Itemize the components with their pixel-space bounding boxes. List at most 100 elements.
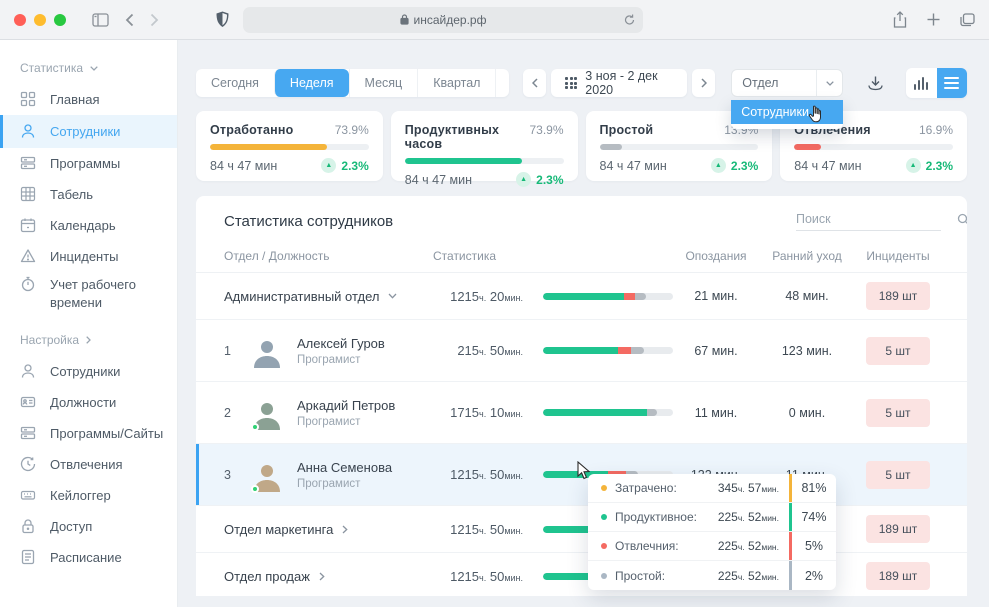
date-range-button[interactable]: 3 ноя - 2 дек 2020 xyxy=(551,69,687,97)
sidebar-item-settings-employees[interactable]: Сотрудники xyxy=(0,356,177,387)
sidebar-item-access[interactable]: Доступ xyxy=(0,511,177,542)
hand-cursor xyxy=(808,105,824,123)
sidebar-item-label: Доступ xyxy=(50,519,92,534)
prev-period-button[interactable] xyxy=(523,69,546,97)
online-dot xyxy=(251,485,259,493)
sidebar-item-label: Кейлоггер xyxy=(50,488,111,503)
table-row-employee[interactable]: 1 Алексей Гуров Програмист 215ч. 50мин. … xyxy=(196,320,967,382)
card-percent: 73.9% xyxy=(529,123,563,137)
activity-tooltip: Затрачено: 345ч. 57мин. 81% Продуктивное… xyxy=(588,474,836,590)
employees-table: Статистика сотрудников Отдел / Должность… xyxy=(196,196,967,596)
tooltip-row-idle: Простой: 225ч. 52мин. 2% xyxy=(588,561,836,590)
lock-icon xyxy=(20,518,37,535)
tab-year[interactable]: Год xyxy=(495,69,508,97)
department-name: Административный отдел xyxy=(224,289,379,304)
tooltip-row-productive: Продуктивное: 225ч. 52мин. 74% xyxy=(588,503,836,532)
sidebar-item-calendar[interactable]: Календарь xyxy=(0,210,177,241)
calendar-grid-icon xyxy=(565,77,577,89)
tooltip-percent: 74% xyxy=(789,503,836,531)
sidebar-item-label: Сотрудники xyxy=(50,124,120,139)
late-value: 21 мин. xyxy=(673,289,759,303)
employee-name: Алексей Гуров xyxy=(297,336,385,351)
sidebar-item-label: Должности xyxy=(50,395,116,410)
browser-sidebar-icon[interactable] xyxy=(92,13,109,27)
card-progress xyxy=(405,158,564,164)
sidebar-item-label: Расписание xyxy=(50,550,122,565)
table-row-employee[interactable]: 2 Аркадий Петров Програмист 1715ч. 10мин… xyxy=(196,382,967,444)
table-row-department[interactable]: Административный отдел 1215ч. 20мин. 21 … xyxy=(196,273,967,320)
sidebar-item-distractions[interactable]: Отвлечения xyxy=(0,449,177,480)
table-row-department[interactable]: Отдел продаж 1215ч. 50мин. 21 мин. 48 ми… xyxy=(196,553,967,596)
list-view-button[interactable] xyxy=(937,68,967,98)
gray-dot-icon xyxy=(601,573,607,579)
table-row-department[interactable]: Отдел маркетинга 1215ч. 50мин. 21 мин. 4… xyxy=(196,506,967,553)
activity-bar[interactable] xyxy=(543,409,673,416)
close-window-button[interactable] xyxy=(14,14,26,26)
filter-menu-item-employees[interactable]: Сотрудники xyxy=(731,100,843,124)
sidebar-item-label: Главная xyxy=(50,92,99,107)
early-leave-value: 0 мин. xyxy=(759,406,855,420)
card-progress xyxy=(210,144,369,150)
search-input[interactable] xyxy=(796,212,957,226)
section-statistics-label: Статистика xyxy=(20,61,83,75)
early-leave-value: 48 мин. xyxy=(759,289,855,303)
back-button[interactable] xyxy=(125,13,134,27)
sidebar-section-settings[interactable]: Настройка xyxy=(0,330,177,356)
tab-quarter[interactable]: Квартал xyxy=(417,69,495,97)
sidebar-item-label: Инциденты xyxy=(50,249,119,264)
sidebar-item-incidents[interactable]: Инциденты xyxy=(0,241,177,272)
employee-role: Програмист xyxy=(297,416,395,428)
sidebar-item-programs[interactable]: Программы xyxy=(0,148,177,179)
chevron-right-icon[interactable] xyxy=(319,572,325,581)
window-controls[interactable] xyxy=(14,14,66,26)
sidebar-item-employees[interactable]: Сотрудники xyxy=(0,115,177,148)
filter-select[interactable]: Отдел xyxy=(731,69,843,97)
tab-today[interactable]: Сегодня xyxy=(196,69,274,97)
employee-name: Аркадий Петров xyxy=(297,398,395,413)
activity-bar[interactable] xyxy=(543,293,673,300)
search-field[interactable] xyxy=(796,212,941,231)
user-icon xyxy=(20,363,37,380)
share-icon[interactable] xyxy=(893,11,907,28)
sidebar-item-schedule[interactable]: Расписание xyxy=(0,542,177,573)
sidebar-item-timesheet[interactable]: Табель xyxy=(0,179,177,210)
download-button[interactable] xyxy=(867,75,884,92)
sidebar-item-main[interactable]: Главная xyxy=(0,84,177,115)
stat-card-worked: Отработанно 73.9% 84 ч 47 мин ▲2.3% xyxy=(196,111,383,181)
forward-button[interactable] xyxy=(150,13,159,27)
sidebar-item-label: Сотрудники xyxy=(50,364,120,379)
avatar xyxy=(250,334,284,368)
address-bar[interactable]: инсайдер.рф xyxy=(243,7,643,33)
next-period-button[interactable] xyxy=(692,69,715,97)
tab-month[interactable]: Месяц xyxy=(349,69,418,97)
zoom-window-button[interactable] xyxy=(54,14,66,26)
tab-overview-icon[interactable] xyxy=(960,13,975,27)
chevron-down-icon[interactable] xyxy=(388,293,397,299)
activity-bar[interactable] xyxy=(543,347,673,354)
department-name: Отдел маркетинга xyxy=(224,522,333,537)
up-arrow-icon: ▲ xyxy=(516,172,531,187)
chart-view-button[interactable] xyxy=(906,68,936,98)
sidebar-section-statistics[interactable]: Статистика xyxy=(0,58,177,84)
card-delta: ▲2.3% xyxy=(321,158,368,173)
card-title: Отработанно xyxy=(210,123,294,137)
department-name: Отдел продаж xyxy=(224,569,310,584)
new-tab-icon[interactable] xyxy=(927,13,940,26)
table-title: Статистика сотрудников xyxy=(224,213,393,230)
minimize-window-button[interactable] xyxy=(34,14,46,26)
sidebar-item-positions[interactable]: Должности xyxy=(0,387,177,418)
table-grid-icon xyxy=(20,186,37,203)
sidebar-item-keylogger[interactable]: Кейлоггер xyxy=(0,480,177,511)
search-icon xyxy=(957,213,967,226)
sidebar-item-programs-sites[interactable]: Программы/Сайты xyxy=(0,418,177,449)
calendar-icon xyxy=(20,217,37,234)
reload-icon[interactable] xyxy=(624,14,635,26)
tab-week[interactable]: Неделя xyxy=(274,69,349,97)
chevron-right-icon[interactable] xyxy=(342,525,348,534)
stopwatch-icon xyxy=(20,276,37,293)
sidebar-item-work-time[interactable]: Учет рабочего времени xyxy=(0,272,177,316)
main-content: Сегодня Неделя Месяц Квартал Год 3 ноя -… xyxy=(178,40,989,607)
sidebar-item-label: Программы/Сайты xyxy=(50,426,163,441)
row-number: 3 xyxy=(224,468,250,482)
card-title: Продуктивных часов xyxy=(405,123,530,151)
